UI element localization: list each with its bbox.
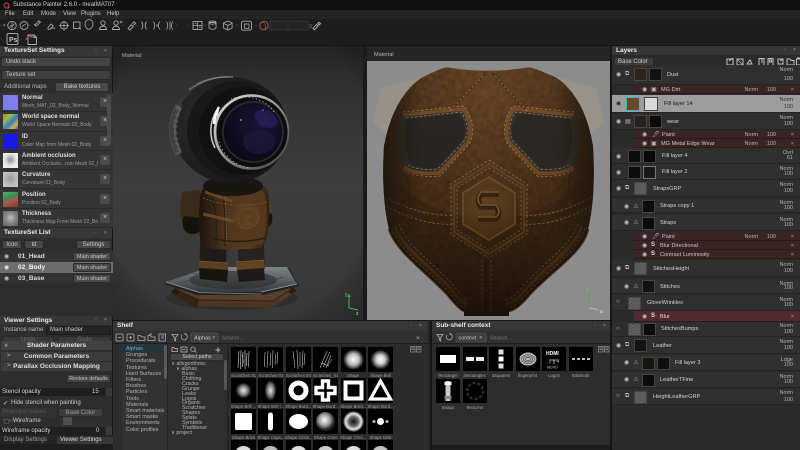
svg-text:Material: Material xyxy=(374,52,394,58)
svg-text:Alphas: Alphas xyxy=(194,336,211,342)
svg-text:Search...: Search... xyxy=(222,336,244,342)
svg-text:Ps: Ps xyxy=(9,37,18,44)
svg-text:▫: ▫ xyxy=(44,23,46,29)
svg-text:▫: ▫ xyxy=(236,23,238,29)
svg-text:▫: ▫ xyxy=(204,23,206,29)
svg-text:MCRO: MCRO xyxy=(547,366,558,370)
svg-text:▫: ▫ xyxy=(123,23,125,29)
svg-text:Material: Material xyxy=(122,53,142,59)
svg-text:▫: ▫ xyxy=(136,23,138,29)
svg-text:▫: ▫ xyxy=(255,23,257,29)
svg-text:Search...: Search... xyxy=(490,336,512,342)
svg-text:3: 3 xyxy=(309,24,312,30)
svg-text:×: × xyxy=(479,336,483,342)
svg-text:context: context xyxy=(459,336,477,342)
svg-text:▫: ▫ xyxy=(21,37,23,43)
svg-text:▫: ▫ xyxy=(187,23,189,29)
svg-text:HDMI: HDMI xyxy=(546,351,559,357)
svg-text:u: u xyxy=(600,309,603,315)
svg-text:▫: ▫ xyxy=(177,23,179,29)
svg-text:×: × xyxy=(212,336,216,342)
svg-text:▫: ▫ xyxy=(1,37,3,43)
svg-text:▫: ▫ xyxy=(29,23,31,29)
svg-text:×: × xyxy=(416,335,420,342)
svg-text:▫: ▫ xyxy=(1,23,3,29)
